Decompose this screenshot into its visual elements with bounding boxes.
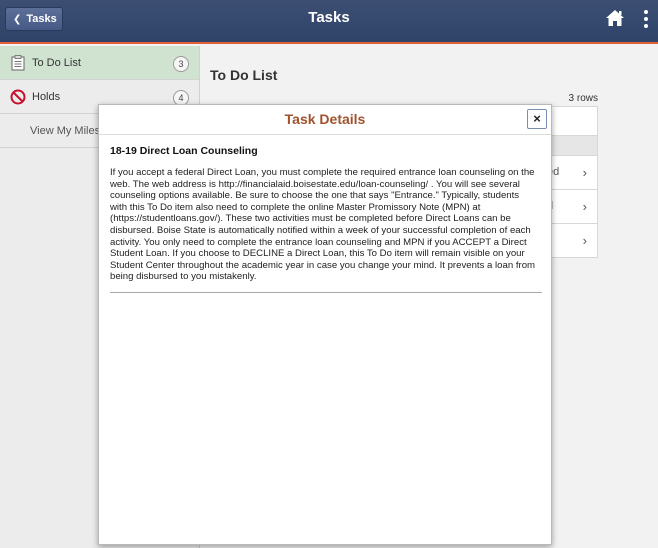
page-title: Tasks (308, 9, 350, 26)
sidebar-item-label: To Do List (32, 56, 81, 69)
count-badge: 3 (173, 56, 189, 72)
sidebar-item-label: View My Milest (30, 124, 104, 137)
home-icon[interactable] (605, 9, 625, 27)
task-description: If you accept a federal Direct Loan, you… (110, 167, 536, 283)
app-header: ❮ Tasks Tasks (0, 0, 658, 44)
modal-title: Task Details (284, 111, 366, 127)
chevron-right-icon: › (582, 233, 587, 248)
close-button[interactable]: × (527, 109, 547, 129)
modal-body: 18-19 Direct Loan Counseling If you acce… (99, 135, 551, 293)
task-title: 18-19 Direct Loan Counseling (110, 145, 258, 157)
section-title: To Do List (210, 67, 278, 83)
modal-header: Task Details × (99, 105, 551, 135)
clipboard-icon (11, 54, 25, 70)
prohibited-icon (10, 89, 26, 104)
task-details-modal: Task Details × 18-19 Direct Loan Counsel… (98, 104, 552, 545)
divider (110, 291, 542, 293)
sidebar-item-to-do-list[interactable]: To Do List 3 (0, 46, 199, 80)
more-options-icon[interactable] (643, 8, 649, 30)
sidebar-item-label: Holds (32, 90, 61, 103)
chevron-right-icon: › (582, 199, 587, 214)
chevron-right-icon: › (582, 165, 587, 180)
rows-count: 3 rows (568, 93, 598, 104)
